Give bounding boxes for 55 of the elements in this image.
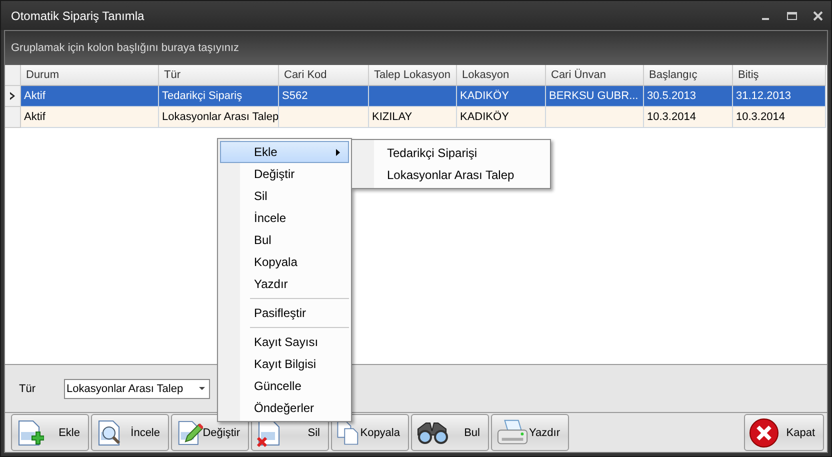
- toolbar-button[interactable]: Kopyala: [331, 414, 409, 451]
- column-header[interactable]: Tür: [159, 65, 279, 86]
- column-header[interactable]: Durum: [21, 65, 159, 86]
- table-cell: KIZILAY: [369, 107, 457, 128]
- column-header[interactable]: Cari Kod: [279, 65, 369, 86]
- type-dropdown[interactable]: Lokasyonlar Arası Talep: [64, 378, 210, 398]
- add-document-icon: [16, 418, 44, 448]
- menu-item[interactable]: İncele: [220, 207, 349, 229]
- column-header[interactable]: Bitiş: [733, 65, 826, 86]
- close-icon[interactable]: [813, 10, 823, 20]
- group-panel-hint: Gruplamak için kolon başlığını buraya taşıyınız: [11, 42, 240, 54]
- menu-item[interactable]: Kopyala: [220, 251, 349, 273]
- table-cell: 30.5.2013: [644, 86, 733, 107]
- menu-item[interactable]: Güncelle: [220, 375, 349, 397]
- maximize-icon[interactable]: [787, 10, 797, 20]
- menu-item[interactable]: Lokasyonlar Arası Talep: [354, 164, 548, 186]
- table-cell: 31.12.2013: [733, 86, 826, 107]
- menu-item[interactable]: Pasifleştir: [220, 302, 349, 324]
- table-cell: BERKSU GUBR...: [546, 86, 644, 107]
- table-cell: Lokasyonlar Arası Talep: [159, 107, 279, 128]
- close-icon: [749, 418, 779, 448]
- table-cell: Aktif: [21, 86, 159, 107]
- column-header[interactable]: Lokasyon: [457, 65, 546, 86]
- table-row[interactable]: Aktif Lokasyonlar Arası Talep KIZILAY KADIKÖY 10.3.2014 10.3.2014: [5, 107, 827, 128]
- menu-item[interactable]: Sil: [220, 185, 349, 207]
- table-cell: 10.3.2014: [733, 107, 826, 128]
- menu-item[interactable]: Değiştir: [220, 163, 349, 185]
- menu-item[interactable]: Tedarikçi Siparişi: [354, 142, 548, 164]
- binoculars-icon: [416, 420, 450, 444]
- toolbar-button[interactable]: Değiştir: [171, 414, 249, 451]
- close-button[interactable]: Kapat: [744, 414, 824, 451]
- toolbar-button[interactable]: Yazdır: [491, 414, 569, 451]
- menu-item[interactable]: Bul: [220, 229, 349, 251]
- table-cell: S562: [279, 86, 369, 107]
- filter-label: Tür: [19, 382, 36, 394]
- window-title: Otomatik Sipariş Tanımla: [11, 8, 144, 22]
- menu-item[interactable]: Kayıt Bilgisi: [220, 353, 349, 375]
- menu-item[interactable]: Yazdır: [220, 273, 349, 295]
- table-cell: Aktif: [21, 107, 159, 128]
- toolbar-button[interactable]: İncele: [91, 414, 169, 451]
- table-cell: 10.3.2014: [644, 107, 733, 128]
- menu-item[interactable]: Kayıt Sayısı: [220, 331, 349, 353]
- table-cell: Tedarikçi Sipariş: [159, 86, 279, 107]
- column-header[interactable]: Başlangıç: [644, 65, 733, 86]
- column-header[interactable]: Cari Ünvan: [546, 65, 644, 86]
- toolbar-button[interactable]: Ekle: [11, 414, 89, 451]
- dropdown-arrow-icon[interactable]: [198, 386, 204, 390]
- table-cell: KADIKÖY: [457, 86, 546, 107]
- table-row[interactable]: Aktif Tedarikçi Sipariş S562 KADIKÖY BERKSU GUBR... 30.5.2013 31.12.2013: [5, 86, 827, 107]
- menu-item[interactable]: Ekle: [220, 141, 349, 163]
- table-cell: KADIKÖY: [457, 107, 546, 128]
- column-header[interactable]: Talep Lokasyon: [369, 65, 457, 86]
- row-indicator[interactable]: [5, 86, 21, 107]
- row-pointer-icon: [10, 92, 16, 100]
- toolbar-button[interactable]: Bul: [411, 414, 489, 451]
